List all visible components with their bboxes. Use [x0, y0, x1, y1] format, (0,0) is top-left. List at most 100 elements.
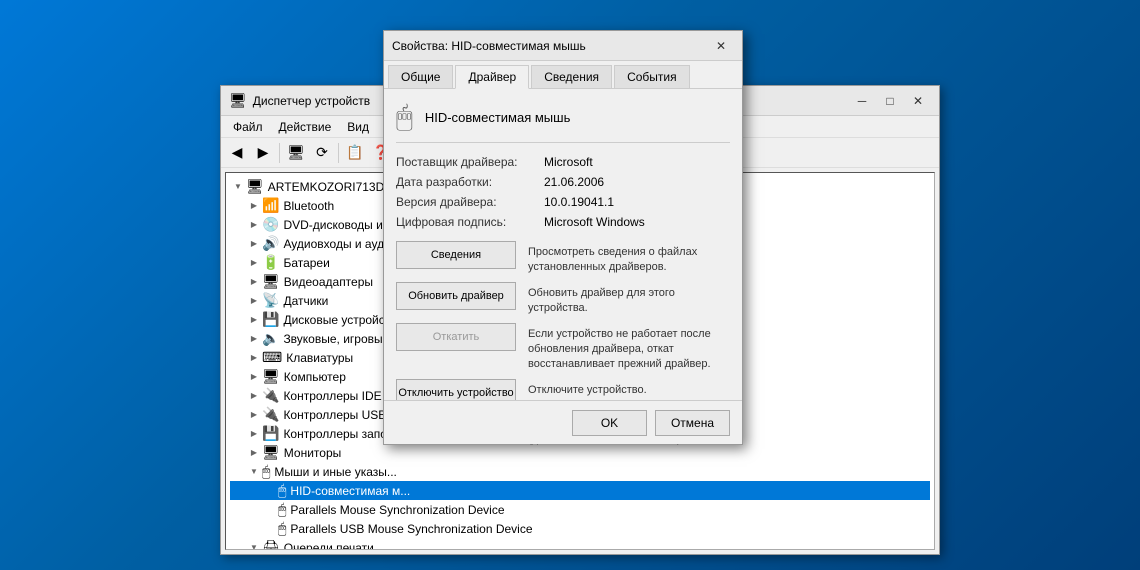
parallels-mouse-icon: 🖱: [278, 501, 286, 518]
tab-details[interactable]: Сведения: [531, 65, 612, 88]
props-win-controls: ✕: [708, 35, 734, 57]
bluetooth-label: Bluetooth: [283, 199, 334, 213]
computer-icon: 🖥: [262, 368, 280, 385]
batteries-icon: 🔋: [262, 254, 279, 271]
driver-rollback-button[interactable]: Откатить: [396, 323, 516, 351]
tab-general[interactable]: Общие: [388, 65, 453, 88]
provider-label: Поставщик драйвера:: [396, 155, 536, 169]
dvd-icon: 💿: [262, 216, 279, 233]
dm-maximize-button[interactable]: □: [877, 90, 903, 112]
usb-label: Контроллеры USB: [283, 408, 386, 422]
parallels-usb-label: Parallels USB Mouse Synchronization Devi…: [290, 522, 532, 536]
tree-hid-mouse[interactable]: 🖱 HID-совместимая м...: [230, 481, 930, 500]
expand-disks[interactable]: ▶: [246, 312, 262, 328]
expand-monitors[interactable]: ▶: [246, 445, 262, 461]
expand-mice[interactable]: ▼: [246, 464, 262, 480]
expand-root[interactable]: ▼: [230, 179, 246, 195]
expand-video[interactable]: ▶: [246, 274, 262, 290]
parallels-usb-icon: 🖱: [278, 520, 286, 537]
driver-disable-desc: Отключите устройство.: [528, 379, 647, 398]
monitors-icon: 🖥: [262, 444, 280, 461]
tree-print-queues[interactable]: ▼ 🖨 Очереди печати: [230, 538, 930, 550]
keyboards-label: Клавиатуры: [286, 351, 353, 365]
driver-info-table: Поставщик драйвера: Microsoft Дата разра…: [396, 155, 730, 229]
mice-label: Мыши и иные указы...: [274, 465, 396, 479]
toolbar-forward-button[interactable]: ▶: [251, 141, 275, 165]
signature-label: Цифровая подпись:: [396, 215, 536, 229]
date-value: 21.06.2006: [544, 175, 730, 189]
video-label: Видеоадаптеры: [284, 275, 373, 289]
toolbar-separator-1: [279, 143, 280, 163]
expand-storage[interactable]: ▶: [246, 426, 262, 442]
props-title: Свойства: HID-совместимая мышь: [392, 39, 708, 53]
tab-driver[interactable]: Драйвер: [455, 65, 529, 89]
props-tabs: Общие Драйвер Сведения События: [384, 61, 742, 89]
expand-sensors[interactable]: ▶: [246, 293, 262, 309]
device-header: 🖱 HID-совместимая мышь: [396, 101, 730, 143]
audio-icon: 🔊: [262, 235, 279, 252]
provider-value: Microsoft: [544, 155, 730, 169]
root-icon: 🖥: [246, 178, 264, 195]
expand-sound[interactable]: ▶: [246, 331, 262, 347]
expand-parallels-mouse: [262, 502, 278, 518]
driver-details-button[interactable]: Сведения: [396, 241, 516, 269]
expand-computer[interactable]: ▶: [246, 369, 262, 385]
dm-title-icon: 🖥: [229, 92, 247, 109]
props-titlebar: Свойства: HID-совместимая мышь ✕: [384, 31, 742, 61]
hid-icon: 🖱: [278, 482, 286, 499]
parallels-mouse-label: Parallels Mouse Synchronization Device: [290, 503, 504, 517]
dm-close-button[interactable]: ✕: [905, 90, 931, 112]
dm-menu-view[interactable]: Вид: [339, 118, 377, 136]
sound-icon: 🔈: [262, 330, 279, 347]
video-icon: 🖥: [262, 273, 280, 290]
storage-icon: 💾: [262, 425, 279, 442]
device-main-icon: 🖱: [396, 101, 413, 134]
tree-parallels-usb-mouse[interactable]: 🖱 Parallels USB Mouse Synchronization De…: [230, 519, 930, 538]
sensors-icon: 📡: [262, 292, 279, 309]
toolbar-props-button[interactable]: 📋: [343, 141, 367, 165]
tab-events[interactable]: События: [614, 65, 690, 88]
sensors-label: Датчики: [283, 294, 328, 308]
tree-mice[interactable]: ▼ 🖱 Мыши и иные указы...: [230, 462, 930, 481]
tree-parallels-mouse[interactable]: 🖱 Parallels Mouse Synchronization Device: [230, 500, 930, 519]
cancel-button[interactable]: Отмена: [655, 410, 730, 436]
expand-ide[interactable]: ▶: [246, 388, 262, 404]
dm-menu-action[interactable]: Действие: [271, 118, 340, 136]
expand-hid: [262, 483, 278, 499]
ok-button[interactable]: OK: [572, 410, 647, 436]
keyboards-icon: ⌨: [262, 349, 282, 366]
expand-audio[interactable]: ▶: [246, 236, 262, 252]
expand-keyboards[interactable]: ▶: [246, 350, 262, 366]
toolbar-refresh-button[interactable]: ⟳: [310, 141, 334, 165]
root-label: ARTEMKOZORI713D: [268, 180, 384, 194]
expand-usb[interactable]: ▶: [246, 407, 262, 423]
expand-dvd[interactable]: ▶: [246, 217, 262, 233]
computer-label: Компьютер: [284, 370, 346, 384]
signature-value: Microsoft Windows: [544, 215, 730, 229]
expand-batteries[interactable]: ▶: [246, 255, 262, 271]
driver-row-details: Сведения Просмотреть сведения о файлах у…: [396, 241, 730, 276]
dm-minimize-button[interactable]: ─: [849, 90, 875, 112]
toolbar-back-button[interactable]: ◀: [225, 141, 249, 165]
expand-parallels-usb: [262, 521, 278, 537]
date-label: Дата разработки:: [396, 175, 536, 189]
dm-menu-file[interactable]: Файл: [225, 118, 271, 136]
expand-print-queues[interactable]: ▼: [246, 540, 262, 551]
version-value: 10.0.19041.1: [544, 195, 730, 209]
driver-row-update: Обновить драйвер Обновить драйвер для эт…: [396, 282, 730, 317]
expand-bluetooth[interactable]: ▶: [246, 198, 262, 214]
props-footer: OK Отмена: [384, 400, 742, 444]
monitors-label: Мониторы: [284, 446, 341, 460]
props-close-button[interactable]: ✕: [708, 35, 734, 57]
driver-update-button[interactable]: Обновить драйвер: [396, 282, 516, 310]
props-body: 🖱 HID-совместимая мышь Поставщик драйвер…: [384, 89, 742, 416]
mice-icon: 🖱: [262, 463, 270, 480]
driver-update-desc: Обновить драйвер для этого устройства.: [528, 282, 730, 317]
bluetooth-icon: 📶: [262, 197, 279, 214]
driver-row-rollback: Откатить Если устройство не работает пос…: [396, 323, 730, 373]
driver-rollback-desc: Если устройство не работает после обновл…: [528, 323, 730, 373]
usb-icon: 🔌: [262, 406, 279, 423]
version-label: Версия драйвера:: [396, 195, 536, 209]
toolbar-separator-2: [338, 143, 339, 163]
toolbar-computer-button[interactable]: 🖥: [284, 141, 308, 165]
